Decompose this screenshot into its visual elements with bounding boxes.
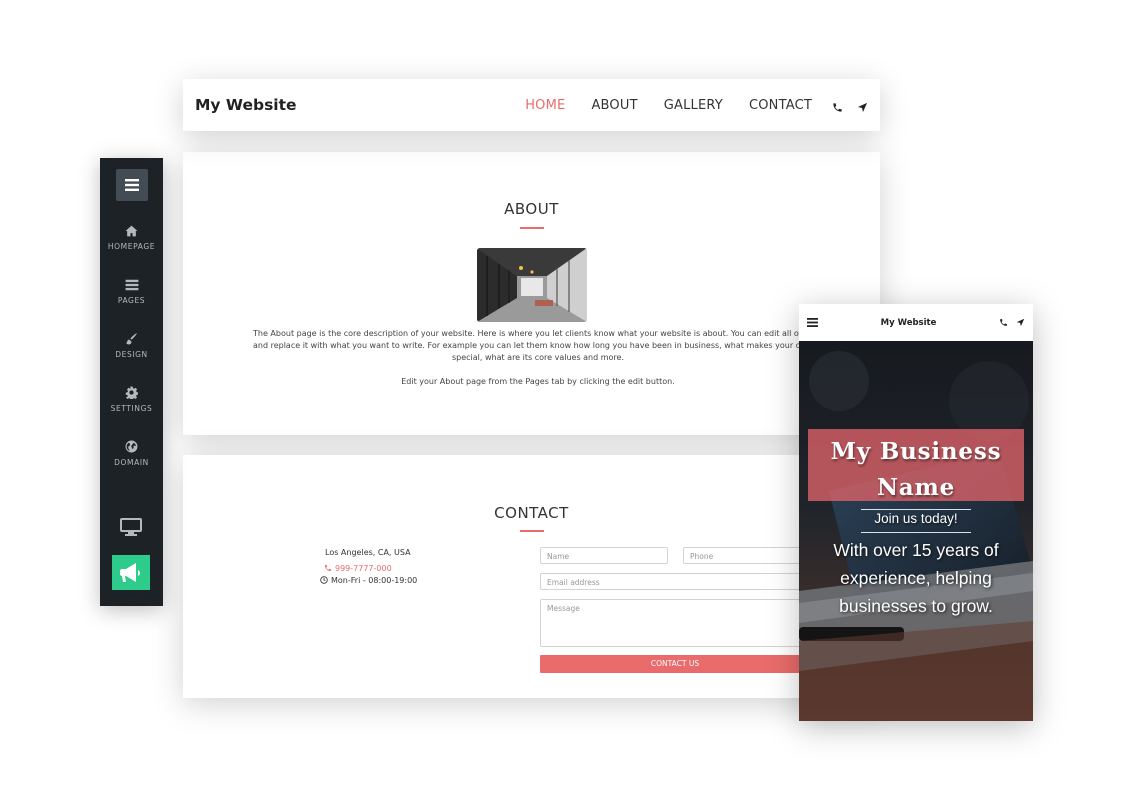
email-input[interactable]: Email address [540, 573, 810, 590]
business-name-banner: My Business Name [808, 429, 1024, 501]
business-name-line-2: Name [876, 474, 956, 501]
contact-heading: CONTACT [494, 504, 569, 522]
hero-description-line-1: With over 15 years of [833, 540, 999, 560]
nav-home[interactable]: HOME [525, 98, 565, 113]
hamburger-icon [125, 179, 139, 191]
sidebar-item-design[interactable]: DESIGN [100, 332, 163, 359]
about-heading-underline [519, 227, 544, 229]
brush-icon [126, 333, 137, 345]
contact-heading-underline [519, 530, 544, 532]
mobile-hamburger-icon[interactable] [807, 314, 818, 332]
mobile-location-arrow-icon[interactable] [1016, 314, 1025, 332]
contact-address: Los Angeles, CA, USA [325, 548, 411, 557]
sidebar-label-pages: PAGES [117, 296, 146, 305]
nav-contact[interactable]: CONTACT [749, 98, 812, 113]
nav-about[interactable]: ABOUT [591, 98, 637, 113]
mobile-site-title[interactable]: My Website [818, 318, 999, 328]
gear-icon [125, 386, 138, 399]
promote-button[interactable] [112, 555, 150, 590]
location-arrow-icon[interactable] [857, 100, 868, 112]
mobile-hero: My Business Name Join us today! With ove… [799, 341, 1033, 721]
mobile-header: My Website [799, 304, 1033, 341]
hero-description-line-2: experience, helping [840, 568, 992, 588]
contact-phone-row[interactable]: 999-7777-000 [325, 564, 392, 573]
sidebar-item-homepage[interactable]: HOMEPAGE [100, 225, 163, 251]
desktop-preview-button[interactable] [120, 518, 142, 541]
monitor-icon [120, 518, 142, 536]
about-office-image [477, 248, 587, 322]
clock-icon [320, 576, 328, 586]
site-title[interactable]: My Website [195, 96, 499, 114]
contact-section: CONTACT Los Angeles, CA, USA 999-7777-00… [183, 455, 880, 698]
mobile-preview: My Website My Business Name Join us toda… [799, 304, 1033, 721]
hero-laptop-photo [799, 341, 1033, 721]
phone-input[interactable]: Phone [683, 547, 811, 564]
contact-us-button[interactable]: CONTACT US [540, 655, 810, 673]
about-heading: ABOUT [504, 200, 559, 218]
contact-hours-row: Mon-Fri - 08:00-19:00 [320, 576, 418, 585]
name-input[interactable]: Name [540, 547, 668, 564]
hero-tagline: Join us today! [874, 511, 958, 526]
megaphone-icon [120, 563, 140, 582]
sidebar-label-settings: SETTINGS [110, 404, 153, 413]
editor-sidebar: HOMEPAGE PAGES DESIGN SETTINGS DOMAIN [100, 158, 163, 606]
contact-phone[interactable]: 999-7777-000 [335, 564, 392, 573]
contact-hours: Mon-Fri - 08:00-19:00 [331, 576, 418, 585]
about-text-line-3: special, what are its core values and mo… [451, 353, 625, 362]
business-name: My Business Name [808, 434, 1024, 506]
about-text-line-1: The About page is the core description o… [253, 329, 830, 338]
sidebar-label-design: DESIGN [115, 350, 148, 359]
nav-links: HOME ABOUT GALLERY CONTACT [499, 98, 868, 113]
nav-gallery[interactable]: GALLERY [664, 98, 723, 113]
about-text-line-2: and replace it with what you want to wri… [253, 341, 827, 350]
tagline-rule-bottom [861, 532, 971, 533]
sidebar-item-settings[interactable]: SETTINGS [100, 386, 163, 413]
sidebar-item-domain[interactable]: DOMAIN [100, 440, 163, 467]
desktop-navbar: My Website HOME ABOUT GALLERY CONTACT [183, 79, 880, 131]
sidebar-label-domain: DOMAIN [114, 458, 149, 467]
business-name-line-1: My Business [830, 438, 1002, 465]
tagline-rule-top [861, 509, 971, 510]
sidebar-item-pages[interactable]: PAGES [100, 279, 163, 305]
about-section: ABOUT The About page is the core descrip… [183, 152, 880, 435]
home-icon [125, 225, 138, 237]
pages-icon [125, 279, 138, 291]
globe-icon [125, 440, 138, 453]
message-textarea[interactable]: Message [540, 599, 810, 647]
sidebar-label-homepage: HOMEPAGE [107, 242, 156, 251]
phone-small-icon [324, 564, 332, 574]
phone-icon[interactable] [832, 100, 843, 112]
menu-toggle-button[interactable] [116, 169, 148, 201]
hero-description-line-3: businesses to grow. [839, 596, 993, 616]
about-edit-hint: Edit your About page from the Pages tab … [401, 377, 675, 386]
mobile-phone-icon[interactable] [999, 314, 1008, 332]
